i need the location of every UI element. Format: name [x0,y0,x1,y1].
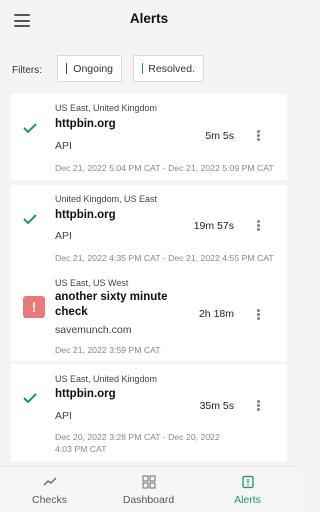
alert-time: Dec 21, 2022 3:59 PM CAT [55,345,161,355]
filters-label: Filters: [12,65,42,76]
alert-time: Dec 20, 2022 3:28 PM CAT - Dec 20, 2022 … [55,432,220,454]
nav-alerts[interactable]: Alerts [198,467,297,512]
filter-chip-resolved[interactable]: Resolved. [133,55,204,82]
alert-card[interactable]: US East, United Kingdom httpbin.org API … [11,364,287,462]
alert-icon: ! [23,296,45,318]
check-icon [23,214,37,224]
alert-card[interactable]: US East, United Kingdom httpbin.org API … [11,94,287,180]
alert-service: API [55,410,72,422]
app-header: Alerts [0,0,298,42]
alert-service: API [55,140,72,152]
nav-dashboard[interactable]: Dashboard [99,467,198,512]
bottom-navigation: Checks Dashboard Alerts [0,466,298,512]
filter-bar: Filters: Ongoing Resolved. [0,55,298,83]
ongoing-color-marker [66,63,68,74]
alert-duration: 19m 57s [193,220,234,232]
alert-region: US East, United Kingdom [55,374,158,384]
alert-duration: 5m 5s [205,130,234,142]
alert-region: US East, United Kingdom [55,103,158,113]
alert-host: httpbin.org [55,209,116,221]
alert-time: Dec 21, 2022 5:04 PM CAT - Dec 21, 2022 … [55,163,274,173]
filter-chip-label: Resolved. [148,62,195,75]
more-options-icon[interactable] [257,400,261,412]
filter-chip-label: Ongoing [73,62,113,75]
alert-time: Dec 21, 2022 4:35 PM CAT - Dec 21, 2022 … [55,253,274,263]
alert-card[interactable]: United Kingdom, US East httpbin.org API … [11,185,287,271]
alert-region: United Kingdom, US East [55,194,158,204]
nav-label: Dashboard [122,494,175,506]
check-icon [23,123,37,133]
dashboard-grid-icon [141,475,156,489]
alert-service: savemunch.com [55,324,132,336]
page-title: Alerts [129,11,169,26]
alert-service: API [55,230,72,242]
filter-chip-ongoing[interactable]: Ongoing [57,55,122,82]
more-options-icon[interactable] [257,220,261,232]
nav-label: Alerts [234,494,261,506]
alerts-screen: Alerts Filters: Ongoing Resolved. US Eas… [0,0,298,512]
chart-line-icon [43,477,56,486]
alert-duration: 35m 5s [199,400,234,412]
alert-host: httpbin.org [55,388,116,400]
alert-region: US East, US West [55,278,129,288]
alert-square-icon [241,475,254,489]
alert-card[interactable]: ! US East, US West another sixty minute … [11,270,287,361]
nav-label: Checks [31,494,67,506]
more-options-icon[interactable] [257,309,261,321]
nav-checks[interactable]: Checks [0,467,99,512]
more-options-icon[interactable] [257,130,261,142]
alert-duration: 2h 18m [198,308,234,320]
alert-host: httpbin.org [55,118,116,130]
alert-host: another sixty minute check [55,291,168,318]
check-icon [23,393,37,403]
